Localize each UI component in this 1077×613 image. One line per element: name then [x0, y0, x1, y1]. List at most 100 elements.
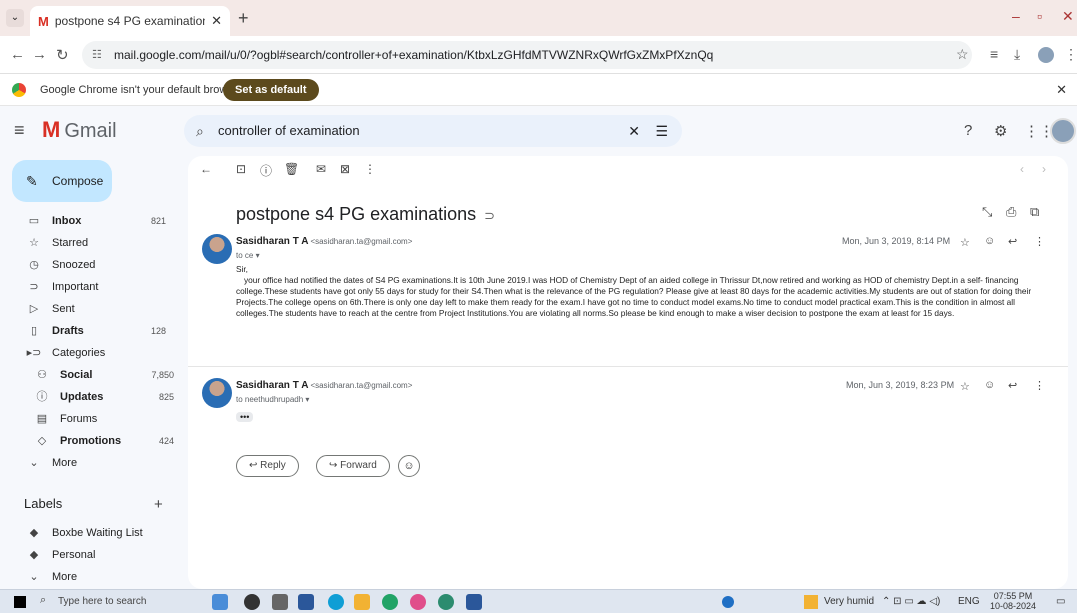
prev-icon[interactable]: ‹ [1020, 162, 1024, 176]
reading-list-icon[interactable]: ≡ [990, 46, 998, 62]
browser-tab[interactable]: M postpone s4 PG examinations - ✕ [30, 6, 230, 36]
edge-icon[interactable] [328, 594, 344, 610]
reload-icon[interactable]: ↻ [56, 46, 69, 64]
settings-gear-icon[interactable]: ⚙ [994, 122, 1007, 140]
app-icon[interactable] [212, 594, 228, 610]
reply-icon[interactable]: ↩ [1008, 235, 1017, 248]
print-icon[interactable]: ⎙ [1006, 204, 1016, 220]
sidebar-item-promotions[interactable]: ◇ Promotions 424 [8, 430, 188, 452]
sidebar-item-updates[interactable]: ⓘ Updates 825 [8, 386, 188, 408]
label-name: Personal [52, 549, 96, 561]
more-icon[interactable]: ⋮ [1034, 235, 1045, 248]
info-icon: ⓘ [36, 391, 48, 403]
sidebar-item-snoozed[interactable]: ◷ Snoozed [0, 254, 180, 276]
search-icon[interactable]: ⌕ [196, 115, 204, 147]
sidebar-item-forums[interactable]: ▤ Forums [8, 408, 188, 430]
reply-button[interactable]: ↩ Reply [236, 455, 299, 477]
language-indicator[interactable]: ENG [958, 596, 980, 607]
next-icon[interactable]: › [1042, 162, 1046, 176]
chrome-icon[interactable] [382, 594, 398, 610]
app-icon[interactable] [410, 594, 426, 610]
menu-dots-icon[interactable]: ⋮ [1064, 46, 1077, 63]
account-avatar[interactable] [1050, 118, 1076, 144]
word-icon[interactable] [466, 594, 482, 610]
sidebar-item-important[interactable]: ⊃ Important [0, 276, 180, 298]
delete-icon[interactable]: 🗑 [284, 162, 299, 176]
start-icon[interactable] [14, 596, 26, 608]
recipient-toggle[interactable]: to ce ▾ [236, 251, 260, 260]
network-icon[interactable] [722, 596, 734, 608]
sidebar-item-label: Updates [60, 391, 104, 403]
tab-search-button[interactable]: ⌄ [6, 9, 24, 27]
move-to-icon[interactable]: ⊠ [340, 162, 350, 176]
bookmark-star-icon[interactable]: ☆ [956, 46, 969, 63]
report-spam-icon[interactable]: ⓘ [260, 162, 272, 179]
expand-all-icon[interactable]: ⤡ [982, 204, 992, 220]
back-icon[interactable]: ← [10, 46, 25, 63]
add-label-icon[interactable]: + [154, 496, 163, 513]
search-input[interactable]: ⌕ controller of examination ✕ ☰ [184, 115, 682, 147]
show-trimmed-content[interactable]: ••• [236, 412, 254, 422]
help-icon[interactable]: ? [964, 122, 972, 139]
back-to-list-icon[interactable]: ← [200, 162, 212, 176]
chrome-icon[interactable] [438, 594, 454, 610]
sidebar-item-starred[interactable]: ☆ Starred [0, 232, 180, 254]
tag-icon: ◇ [37, 435, 47, 447]
forum-icon: ▤ [36, 413, 48, 425]
compose-button[interactable]: ✎ Compose [12, 160, 112, 202]
sidebar-item-inbox[interactable]: ▭ Inbox 821 [0, 210, 180, 232]
tray-chevron-icon[interactable]: ⌃ ⊡ ▭ ☁ ◁) [882, 596, 940, 607]
forward-icon[interactable]: → [32, 46, 47, 63]
sender-avatar[interactable] [202, 378, 232, 408]
more-icon[interactable]: ⋮ [1034, 379, 1045, 392]
star-icon[interactable]: ☆ [960, 380, 970, 393]
cortana-icon[interactable] [244, 594, 260, 610]
gmail-logo[interactable]: M Gmail [42, 117, 117, 143]
emoji-react-icon[interactable]: ☺ [984, 379, 995, 391]
open-new-window-icon[interactable]: ⧉ [1030, 204, 1039, 220]
unread-count: 424 [158, 436, 174, 446]
label-item[interactable]: ⌄ More [0, 566, 180, 588]
close-tab-icon[interactable]: ✕ [211, 13, 222, 29]
forward-button[interactable]: ↪ Forward [316, 455, 390, 477]
file-explorer-icon[interactable] [354, 594, 370, 610]
task-view-icon[interactable] [272, 594, 288, 610]
clear-search-icon[interactable]: ✕ [628, 115, 640, 147]
more-actions-icon[interactable]: ⋮ [364, 162, 376, 176]
mark-unread-icon[interactable]: ✉ [316, 162, 326, 176]
download-icon[interactable]: ⤓ [1014, 46, 1020, 63]
notification-icon[interactable]: ▭ [1056, 596, 1065, 607]
label-item[interactable]: ◆ Personal [0, 544, 180, 566]
label-item[interactable]: ◆ Boxbe Waiting List [0, 522, 180, 544]
search-options-icon[interactable]: ☰ [655, 115, 668, 147]
close-window-icon[interactable]: ✕ [1062, 8, 1074, 25]
sidebar-item-drafts[interactable]: ▯ Drafts 128 [0, 320, 180, 342]
sidebar-item-sent[interactable]: ▷ Sent [0, 298, 180, 320]
archive-icon[interactable]: ⊡ [236, 162, 246, 176]
weather-text[interactable]: Very humid [824, 596, 874, 607]
reply-icon[interactable]: ↩ [1008, 379, 1017, 392]
site-info-icon[interactable]: ☷ [92, 41, 102, 69]
browser-tab-bar: ⌄ M postpone s4 PG examinations - ✕ + – … [0, 0, 1077, 36]
taskbar-search[interactable]: Type here to search [58, 596, 146, 607]
main-menu-icon[interactable]: ≡ [14, 120, 25, 141]
emoji-react-icon[interactable]: ☺ [984, 235, 995, 247]
sidebar-item-more[interactable]: ⌄ More [0, 452, 180, 474]
important-marker-icon[interactable]: ⊃ [484, 208, 495, 223]
sender-avatar[interactable] [202, 234, 232, 264]
mail-icon[interactable] [298, 594, 314, 610]
url-input[interactable]: ☷ mail.google.com/mail/u/0/?ogbl#search/… [82, 41, 972, 69]
maximize-icon[interactable]: ▫ [1037, 8, 1042, 24]
minimize-icon[interactable]: – [1012, 8, 1020, 24]
new-tab-button[interactable]: + [238, 8, 249, 29]
sidebar-item-social[interactable]: ⚇ Social 7,850 [8, 364, 188, 386]
recipient-toggle[interactable]: to neethudhrupadh ▾ [236, 395, 309, 404]
emoji-button[interactable]: ☺ [398, 455, 420, 477]
star-icon[interactable]: ☆ [960, 236, 970, 249]
profile-avatar[interactable] [1038, 47, 1054, 63]
close-infobar-icon[interactable]: ✕ [1056, 82, 1067, 98]
set-default-button[interactable]: Set as default [223, 79, 319, 101]
search-icon[interactable]: ⌕ [40, 594, 46, 607]
sidebar-item-categories[interactable]: ▸⊃ Categories [0, 342, 180, 364]
clock[interactable]: 07:55 PM 10-08-2024 [990, 591, 1036, 611]
